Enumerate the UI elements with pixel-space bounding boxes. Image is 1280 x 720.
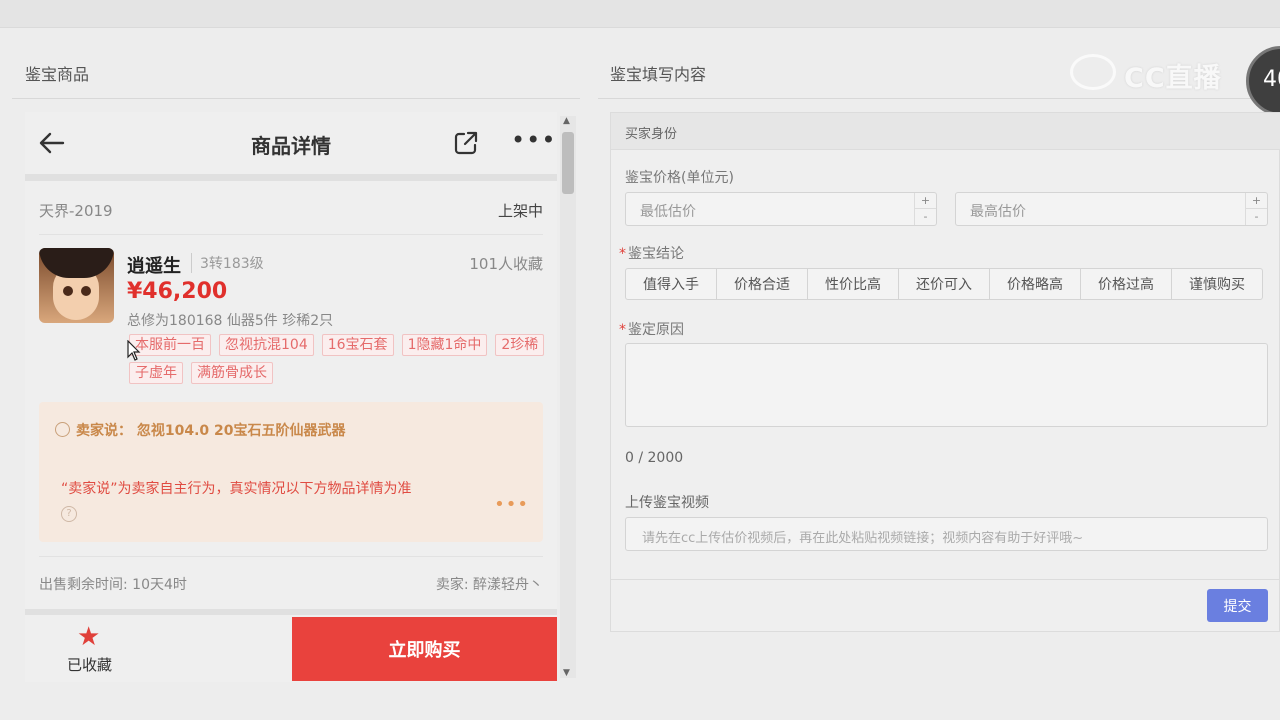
max-price-placeholder: 最高估价	[970, 204, 1026, 220]
bottom-band	[25, 609, 557, 615]
expand-dots-icon[interactable]: •••	[494, 494, 529, 515]
tag: 满筋骨成长	[191, 362, 273, 384]
required-mark: *	[619, 322, 626, 338]
conclusion-option[interactable]: 价格合适	[716, 268, 808, 300]
star-icon[interactable]: ★	[77, 622, 100, 652]
min-price-input[interactable]: 最低估价 + -	[625, 192, 937, 226]
increment-icon[interactable]: +	[1246, 193, 1267, 209]
form-section-title: 买家身份	[625, 127, 678, 142]
seller-notice: “卖家说”为卖家自主行为，真实情况以下方物品详情为准	[61, 481, 412, 497]
watermark-text: CC直播	[1124, 63, 1222, 94]
conclusion-options: 值得入手 价格合适 性价比高 还价可入 价格略高 价格过高 谨慎购买	[625, 268, 1263, 300]
product-detail-panel: 商品详情 ••• 天界-2019 上架中 逍遥生 3转183级 101人收藏 ¥…	[25, 112, 557, 682]
item-price: ¥46,200	[127, 279, 228, 304]
video-link-placeholder: 请先在cc上传估价视频后，再在此处粘贴视频链接；视频内容有助于好评哦~	[642, 531, 1084, 546]
row-divider	[39, 556, 543, 557]
cc-watermark: CC直播	[1070, 52, 1240, 94]
conclusion-option[interactable]: 性价比高	[807, 268, 899, 300]
mouse-cursor-icon	[127, 340, 141, 361]
scroll-thumb[interactable]	[562, 132, 574, 194]
item-stats: 总修为180168 仙器5件 珍稀2只	[127, 313, 334, 329]
clock-icon	[55, 422, 70, 437]
listing-status: 上架中	[497, 202, 543, 220]
scrollbar[interactable]: ▲ ▼	[560, 116, 576, 678]
conclusion-option[interactable]: 价格过高	[1080, 268, 1172, 300]
conclusion-label: * 鉴宝结论	[619, 246, 684, 262]
form-section-header: 买家身份	[611, 113, 1280, 150]
tag: 1隐藏1命中	[401, 334, 488, 356]
top-bar	[0, 0, 1280, 28]
share-icon[interactable]	[453, 130, 479, 156]
conclusion-option[interactable]: 价格略高	[989, 268, 1081, 300]
favorite-count: 101人收藏	[469, 255, 543, 273]
tag: 子虚年	[129, 362, 183, 384]
header-band	[25, 174, 557, 181]
decrement-icon[interactable]: -	[915, 209, 936, 225]
seller-says: 卖家说： 忽视104.0 20宝石五阶仙器武器	[55, 420, 346, 440]
character-level: 3转183级	[191, 253, 264, 273]
cc-logo-icon	[1070, 54, 1116, 90]
conclusion-option[interactable]: 值得入手	[625, 268, 717, 300]
product-header: 商品详情 •••	[25, 112, 557, 174]
help-icon[interactable]: ?	[61, 506, 77, 522]
tag: 2珍稀	[495, 334, 545, 356]
character-name: 逍遥生	[127, 256, 181, 277]
min-price-stepper[interactable]: + -	[914, 193, 936, 225]
more-icon[interactable]: •••	[511, 128, 555, 156]
max-price-input[interactable]: 最高估价 + -	[955, 192, 1268, 226]
seller-name[interactable]: 卖家: 醉漾轻舟丶	[436, 574, 543, 594]
conclusion-option[interactable]: 还价可入	[898, 268, 990, 300]
right-divider	[598, 98, 1280, 99]
appraisal-form: 买家身份 鉴宝价格(单位元) 最低估价 + - 最高估价 + - * 鉴宝结论 值得入…	[610, 112, 1280, 632]
price-label: 鉴宝价格(单位元)	[625, 170, 734, 186]
tag-list: 本服前一百 忽视抗混104 16宝石套 1隐藏1命中 2珍稀 子虚年 满筋骨成长	[129, 334, 549, 384]
increment-icon[interactable]: +	[915, 193, 936, 209]
form-footer-divider	[611, 579, 1280, 580]
seller-says-text: 忽视104.0 20宝石五阶仙器武器	[136, 423, 346, 439]
left-divider	[12, 98, 580, 99]
row-divider	[39, 234, 543, 235]
seller-note-box: 卖家说： 忽视104.0 20宝石五阶仙器武器 “卖家说”为卖家自主行为，真实情…	[39, 402, 543, 542]
badge-text: 40	[1263, 67, 1280, 92]
tag: 16宝石套	[321, 334, 394, 356]
seller-says-label: 卖家说：	[76, 423, 132, 439]
remaining-time: 出售剩余时间: 10天4时	[39, 577, 187, 593]
tag: 忽视抗混104	[219, 334, 314, 356]
scroll-up-icon[interactable]: ▲	[563, 116, 570, 126]
video-link-input[interactable]: 请先在cc上传估价视频后，再在此处粘贴视频链接；视频内容有助于好评哦~	[625, 517, 1268, 551]
favorited-label[interactable]: 已收藏	[67, 654, 112, 675]
required-mark: *	[619, 246, 626, 262]
tag: 本服前一百	[129, 334, 211, 356]
right-section-title: 鉴宝填写内容	[610, 65, 707, 84]
video-label: 上传鉴宝视频	[625, 495, 709, 511]
buy-now-button[interactable]: 立即购买	[292, 617, 557, 681]
reason-textarea[interactable]	[625, 343, 1268, 427]
server-name: 天界-2019	[39, 202, 113, 220]
reason-label: * 鉴定原因	[619, 322, 684, 338]
submit-button[interactable]: 提交	[1207, 589, 1268, 622]
decrement-icon[interactable]: -	[1246, 209, 1267, 225]
avatar	[39, 248, 114, 323]
conclusion-option[interactable]: 谨慎购买	[1171, 268, 1263, 300]
left-section-title: 鉴宝商品	[25, 65, 90, 84]
min-price-placeholder: 最低估价	[640, 204, 696, 220]
max-price-stepper[interactable]: + -	[1245, 193, 1267, 225]
reason-counter: 0 / 2000	[625, 450, 684, 466]
scroll-down-icon[interactable]: ▼	[563, 668, 570, 678]
